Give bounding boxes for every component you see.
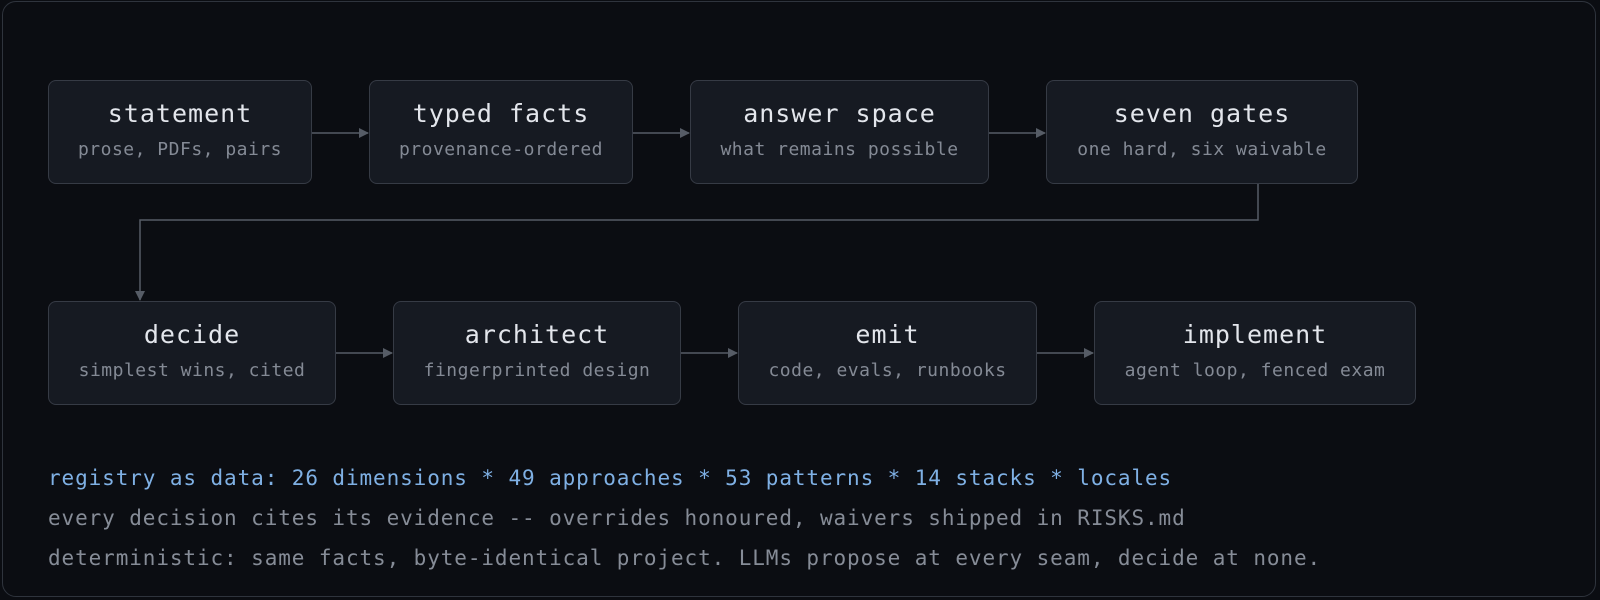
- arrow-seven-gates-to-decide: [135, 184, 1259, 301]
- node-seven-gates: seven gates one hard, six waivable: [1046, 80, 1358, 184]
- node-implement: implement agent loop, fenced exam: [1094, 301, 1416, 405]
- node-subtitle: prose, PDFs, pairs: [77, 139, 283, 160]
- node-title: architect: [464, 320, 610, 349]
- footer-evidence-line: every decision cites its evidence -- ove…: [48, 506, 1186, 530]
- node-subtitle: fingerprinted design: [423, 360, 651, 381]
- node-title: answer space: [743, 99, 936, 128]
- node-subtitle: one hard, six waivable: [1077, 139, 1327, 160]
- node-title: implement: [1182, 320, 1328, 349]
- node-subtitle: simplest wins, cited: [78, 360, 306, 381]
- node-title: seven gates: [1113, 99, 1291, 128]
- node-title: statement: [107, 99, 253, 128]
- node-architect: architect fingerprinted design: [393, 301, 681, 405]
- node-title: decide: [143, 320, 241, 349]
- node-subtitle: agent loop, fenced exam: [1124, 360, 1386, 381]
- node-statement: statement prose, PDFs, pairs: [48, 80, 312, 184]
- footer-registry-line: registry as data: 26 dimensions * 49 app…: [48, 466, 1173, 490]
- node-title: emit: [855, 320, 920, 349]
- pipeline-diagram: statement prose, PDFs, pairs typed facts…: [0, 0, 1600, 600]
- node-subtitle: provenance-ordered: [398, 139, 604, 160]
- node-answer-space: answer space what remains possible: [690, 80, 989, 184]
- node-subtitle: what remains possible: [720, 139, 959, 160]
- node-subtitle: code, evals, runbooks: [768, 360, 1007, 381]
- node-emit: emit code, evals, runbooks: [738, 301, 1037, 405]
- node-typed-facts: typed facts provenance-ordered: [369, 80, 633, 184]
- node-title: typed facts: [412, 99, 590, 128]
- node-decide: decide simplest wins, cited: [48, 301, 336, 405]
- footer-determinism-line: deterministic: same facts, byte-identica…: [48, 546, 1322, 570]
